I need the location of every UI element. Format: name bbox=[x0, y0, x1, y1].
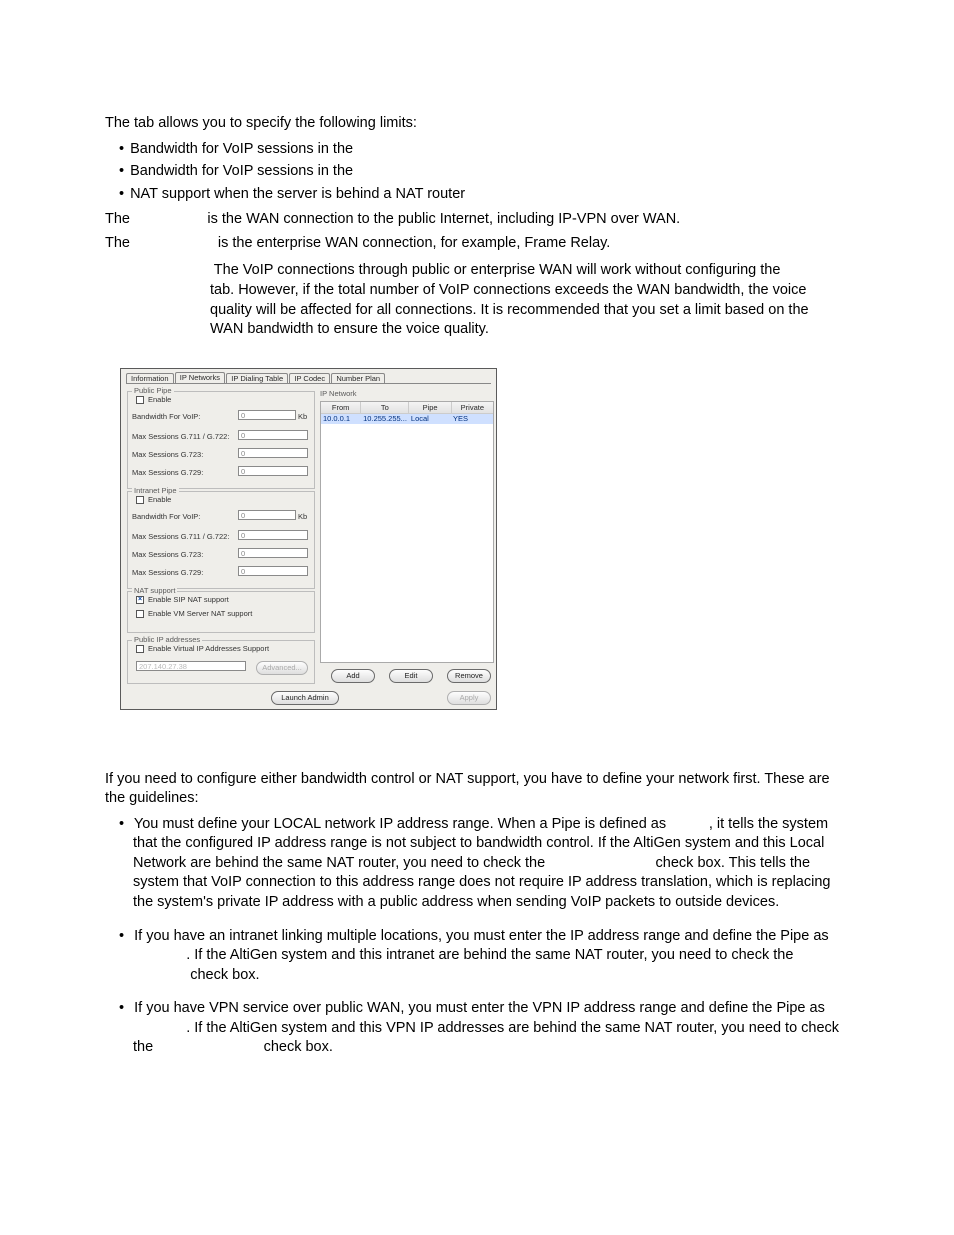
note-text: tab. However, if the total number of VoI… bbox=[210, 281, 844, 340]
launch-admin-button[interactable]: Launch Admin bbox=[271, 691, 339, 705]
note-text: The VoIP connections through public or e… bbox=[214, 262, 781, 278]
list-item: Bandwidth for VoIP sessions in the bbox=[133, 140, 844, 160]
public-bandwidth-input[interactable]: 0 bbox=[238, 410, 296, 420]
public-pipe-desc: The public pipe is the WAN connection to… bbox=[105, 210, 844, 230]
g711-label: Max Sessions G.711 / G.722: bbox=[132, 432, 229, 442]
edit-button[interactable]: Edit bbox=[389, 669, 433, 683]
g711-label: Max Sessions G.711 / G.722: bbox=[132, 532, 229, 542]
tab-ip-networks[interactable]: IP Networks bbox=[175, 372, 225, 383]
intro-text: The tab allows you to specify the follow… bbox=[105, 114, 844, 134]
vm-nat-label: Enable VM Server NAT support bbox=[148, 609, 252, 619]
public-g711-input[interactable]: 0 bbox=[238, 430, 308, 440]
vm-nat-checkbox[interactable] bbox=[136, 610, 144, 618]
g723-label: Max Sessions G.723: bbox=[132, 550, 203, 560]
text: If you have an intranet linking multiple… bbox=[134, 928, 829, 944]
text: check box. bbox=[190, 967, 259, 983]
cell-pipe: Local bbox=[409, 414, 451, 424]
apply-button[interactable]: Apply bbox=[447, 691, 491, 705]
public-pipe-group: Public Pipe Enable Bandwidth For VoIP: 0… bbox=[127, 391, 315, 489]
col-from[interactable]: From bbox=[321, 402, 361, 413]
list-item: NAT support when the server is behind a … bbox=[133, 185, 844, 205]
text: . If the AltiGen system and this VPN IP … bbox=[133, 1020, 839, 1056]
ip-network-title: IP Network bbox=[320, 389, 357, 399]
dialog: Information IP Networks IP Dialing Table… bbox=[120, 368, 497, 710]
text: The bbox=[105, 235, 130, 251]
note: The VoIP connections through public or e… bbox=[155, 261, 844, 339]
bandwidth-label: Bandwidth For VoIP: bbox=[132, 512, 200, 522]
g729-label: Max Sessions G.729: bbox=[132, 568, 203, 578]
cell-from: 10.0.0.1 bbox=[321, 414, 361, 424]
cell-to: 10.255.255... bbox=[361, 414, 409, 424]
list-item: If you have VPN service over public WAN,… bbox=[133, 999, 844, 1058]
enable-label: Enable bbox=[148, 395, 171, 405]
text: If you have VPN service over public WAN,… bbox=[134, 1000, 825, 1016]
kb-label: Kb bbox=[298, 412, 307, 422]
add-button[interactable]: Add bbox=[331, 669, 375, 683]
list-item: You must define your LOCAL network IP ad… bbox=[133, 815, 844, 913]
public-g729-input[interactable]: 0 bbox=[238, 466, 308, 476]
table-header: From To Pipe Private bbox=[321, 402, 493, 414]
cell-private: YES bbox=[451, 414, 493, 424]
text: is the WAN connection to the public Inte… bbox=[207, 211, 680, 227]
kb-label: Kb bbox=[298, 512, 307, 522]
guideline-list: You must define your LOCAL network IP ad… bbox=[133, 815, 844, 1058]
text: check box. bbox=[264, 1039, 333, 1055]
screenshot: Information IP Networks IP Dialing Table… bbox=[120, 368, 844, 710]
intranet-pipe-desc: The intranet pipe is the enterprise WAN … bbox=[105, 234, 844, 254]
advanced-button[interactable]: Advanced... bbox=[256, 661, 308, 675]
public-ip-input[interactable]: 207.140.27.38 bbox=[136, 661, 246, 671]
text: . If the AltiGen system and this intrane… bbox=[186, 947, 797, 963]
public-ip-group: Public IP addresses Enable Virtual IP Ad… bbox=[127, 640, 315, 684]
g729-label: Max Sessions G.729: bbox=[132, 468, 203, 478]
col-private[interactable]: Private bbox=[452, 402, 493, 413]
col-pipe[interactable]: Pipe bbox=[409, 402, 451, 413]
bandwidth-label: Bandwidth For VoIP: bbox=[132, 412, 200, 422]
text: You must define your LOCAL network IP ad… bbox=[134, 816, 670, 832]
list-item: If you have an intranet linking multiple… bbox=[133, 927, 844, 986]
sip-nat-label: Enable SIP NAT support bbox=[148, 595, 229, 605]
col-to[interactable]: To bbox=[361, 402, 409, 413]
intranet-g723-input[interactable]: 0 bbox=[238, 548, 308, 558]
text: The bbox=[105, 211, 130, 227]
ip-network-table: From To Pipe Private 10.0.0.1 10.255.255… bbox=[320, 401, 494, 663]
text: is the enterprise WAN connection, for ex… bbox=[218, 235, 610, 251]
remove-button[interactable]: Remove bbox=[447, 669, 491, 683]
intranet-enable-checkbox[interactable] bbox=[136, 496, 144, 504]
public-enable-checkbox[interactable] bbox=[136, 396, 144, 404]
intranet-g729-input[interactable]: 0 bbox=[238, 566, 308, 576]
virtual-ip-label: Enable Virtual IP Addresses Support bbox=[148, 644, 269, 654]
public-g723-input[interactable]: 0 bbox=[238, 448, 308, 458]
intranet-pipe-group: Intranet Pipe Enable Bandwidth For VoIP:… bbox=[127, 491, 315, 589]
enable-label: Enable bbox=[148, 495, 171, 505]
page: The tab allows you to specify the follow… bbox=[0, 0, 954, 1235]
table-row[interactable]: 10.0.0.1 10.255.255... Local YES bbox=[321, 414, 493, 424]
limits-list: Bandwidth for VoIP sessions in the Bandw… bbox=[133, 140, 844, 205]
tab-divider bbox=[126, 383, 491, 384]
virtual-ip-checkbox[interactable] bbox=[136, 645, 144, 653]
nat-support-group: NAT support × Enable SIP NAT support Ena… bbox=[127, 591, 315, 633]
sip-nat-checkbox[interactable]: × bbox=[136, 596, 144, 604]
g723-label: Max Sessions G.723: bbox=[132, 450, 203, 460]
guideline-intro: If you need to configure either bandwidt… bbox=[105, 770, 844, 809]
intranet-bandwidth-input[interactable]: 0 bbox=[238, 510, 296, 520]
intranet-g711-input[interactable]: 0 bbox=[238, 530, 308, 540]
list-item: Bandwidth for VoIP sessions in the bbox=[133, 162, 844, 182]
